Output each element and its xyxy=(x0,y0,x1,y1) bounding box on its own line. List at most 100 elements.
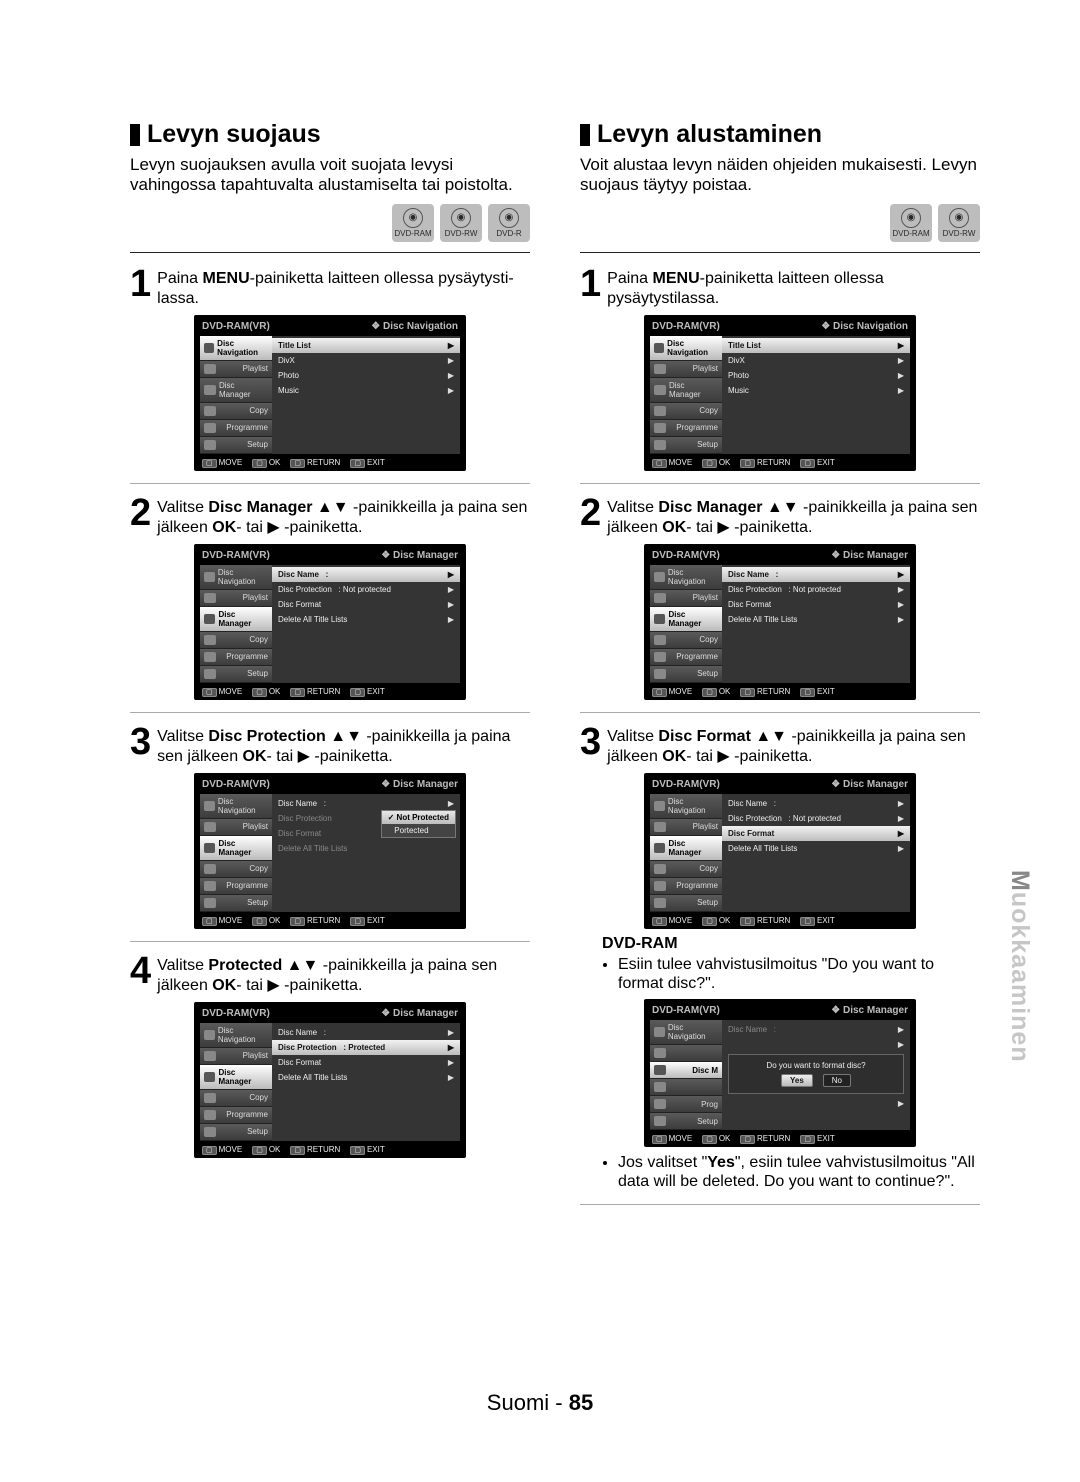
osd-screenshot-mgr: DVD-RAM(VR)❖ Disc Manager Disc Navigatio… xyxy=(644,544,916,700)
osd-pane: Disc Name :▶ Disc Protection : Not prote… xyxy=(722,565,910,683)
disc-badge-row-right: ◉DVD-RAM ◉DVD-RW xyxy=(580,204,980,242)
disc-icon: ◉ xyxy=(451,208,471,228)
osd-side-item: Copy xyxy=(200,861,272,878)
disc-badge-label: DVD-RW xyxy=(943,229,976,238)
osd-screenshot-protected: DVD-RAM(VR)❖ Disc Manager Disc Navigatio… xyxy=(194,1002,466,1158)
osd-title: DVD-RAM(VR) xyxy=(202,321,270,332)
osd-pane-title: ❖ Disc Navigation xyxy=(821,321,908,332)
osd-sidebar: Disc Navigation Playlist Disc Manager Co… xyxy=(200,1023,272,1141)
osd-side-item: Setup xyxy=(650,666,722,683)
osd-side-item: Prog xyxy=(650,1096,722,1113)
osd-side-item: Programme xyxy=(650,649,722,666)
osd-sidebar: Disc Navigation Disc M Prog Setup xyxy=(650,1020,722,1130)
bullet-item: Jos valitset "Yes", esiin tulee vahvistu… xyxy=(618,1153,980,1191)
disc-badge: ◉DVD-RAM xyxy=(392,204,434,242)
osd-sidebar: Disc Navigation Playlist Disc Manager Co… xyxy=(200,794,272,912)
osd-sidebar: Disc Navigation Playlist Disc Manager Co… xyxy=(650,794,722,912)
osd-pane: Title List▶ DivX▶ Photo▶ Music▶ xyxy=(722,336,910,454)
osd-title: DVD-RAM(VR) xyxy=(202,779,270,790)
disc-badge: ◉DVD-R xyxy=(488,204,530,242)
osd-side-item: Setup xyxy=(650,437,722,454)
divider xyxy=(580,1204,980,1205)
disc-badge: ◉DVD-RW xyxy=(938,204,980,242)
osd-title: DVD-RAM(VR) xyxy=(652,321,720,332)
osd-side-item: Programme xyxy=(650,420,722,437)
divider xyxy=(130,712,530,713)
osd-screenshot-protection: DVD-RAM(VR)❖ Disc Manager Disc Navigatio… xyxy=(194,773,466,929)
divider xyxy=(130,252,530,253)
two-column-layout: Levyn suojaus Levyn suojauksen avulla vo… xyxy=(130,120,980,1217)
osd-side-item: Programme xyxy=(200,1107,272,1124)
osd-side-item: Disc Navigation xyxy=(200,794,272,819)
osd-side-item: Disc Navigation xyxy=(650,1020,722,1045)
osd-footer: ▢MOVE▢OK▢RETURN▢EXIT xyxy=(652,1134,908,1143)
confirm-dialog: Do you want to format disc? Yes No xyxy=(728,1054,904,1094)
osd-pane: Disc Name :▶ Disc Protection : Not prote… xyxy=(722,794,910,912)
osd-side-item: Disc Manager xyxy=(200,607,272,632)
osd-footer: ▢MOVE▢OK▢RETURN▢EXIT xyxy=(202,687,458,696)
osd-title: DVD-RAM(VR) xyxy=(202,550,270,561)
osd-pane-title: ❖ Disc Manager xyxy=(381,550,458,561)
osd-side-item: Playlist xyxy=(650,819,722,836)
divider xyxy=(130,941,530,942)
osd-side-item: Setup xyxy=(650,1113,722,1130)
step-1-left: 1 Paina MENU-painiketta laitteen ollessa… xyxy=(130,267,530,309)
osd-sidebar: Disc Navigation Playlist Disc Manager Co… xyxy=(650,565,722,683)
osd-side-item: Disc Navigation xyxy=(650,336,722,361)
osd-side-item: Setup xyxy=(650,895,722,912)
osd-pane: Disc Name :▶ Disc Protection : Not prote… xyxy=(272,565,460,683)
osd-pane: Disc Name :▶ Disc Protection ✓ Not Prote… xyxy=(272,794,460,912)
osd-side-item: Disc Navigation xyxy=(650,794,722,819)
osd-side-item: Programme xyxy=(200,878,272,895)
step-text: Valitse Disc Format ▲▼ -painikkeilla ja … xyxy=(607,725,980,767)
divider xyxy=(580,483,980,484)
dialog-text: Do you want to format disc? xyxy=(735,1061,897,1070)
osd-sidebar: Disc Navigation Playlist Disc Manager Co… xyxy=(650,336,722,454)
page-footer: Suomi - 85 xyxy=(0,1390,1080,1416)
disc-icon: ◉ xyxy=(949,208,969,228)
disc-badge-label: DVD-R xyxy=(496,229,521,238)
osd-side-item: Disc Manager xyxy=(650,836,722,861)
osd-side-item: Programme xyxy=(200,649,272,666)
disc-badge-label: DVD-RAM xyxy=(892,229,929,238)
osd-side-item: Copy xyxy=(200,403,272,420)
bullet-item: Esiin tulee vahvistusilmoitus "Do you wa… xyxy=(618,955,980,993)
osd-side-item xyxy=(650,1045,722,1062)
step-text: Valitse Disc Manager ▲▼ -painikkeilla ja… xyxy=(607,496,980,538)
osd-side-item: Disc Manager xyxy=(200,836,272,861)
step-number: 1 xyxy=(580,267,601,301)
disc-badge: ◉DVD-RAM xyxy=(890,204,932,242)
osd-side-item: Setup xyxy=(200,1124,272,1141)
osd-side-item xyxy=(650,1079,722,1096)
osd-pane-title: ❖ Disc Manager xyxy=(381,1008,458,1019)
osd-side-item: Disc M xyxy=(650,1062,722,1079)
osd-footer: ▢MOVE▢OK▢RETURN▢EXIT xyxy=(202,916,458,925)
step-text: Valitse Disc Protection ▲▼ -painikkeilla… xyxy=(157,725,530,767)
bullet-list: Jos valitset "Yes", esiin tulee vahvistu… xyxy=(602,1153,980,1191)
step-text: Valitse Protected ▲▼ -painikkeilla ja pa… xyxy=(157,954,530,996)
step-text: Valitse Disc Manager ▲▼ -painikkeilla ja… xyxy=(157,496,530,538)
disc-badge-label: DVD-RAM xyxy=(394,229,431,238)
osd-pane-title: ❖ Disc Manager xyxy=(831,779,908,790)
dialog-yes-button: Yes xyxy=(781,1074,813,1087)
step-1-right: 1 Paina MENU-painiketta laitteen ollessa… xyxy=(580,267,980,309)
subheading-dvdram: DVD-RAM xyxy=(602,935,980,953)
step-number: 4 xyxy=(130,954,151,988)
step-3-left: 3 Valitse Disc Protection ▲▼ -painikkeil… xyxy=(130,725,530,767)
osd-side-item: Playlist xyxy=(200,1048,272,1065)
osd-side-item: Playlist xyxy=(200,590,272,607)
osd-side-item: Copy xyxy=(200,1090,272,1107)
osd-screenshot-dialog: DVD-RAM(VR)❖ Disc Manager Disc Navigatio… xyxy=(644,999,916,1147)
osd-side-item: Disc Navigation xyxy=(200,565,272,590)
section-title-left: Levyn suojaus xyxy=(130,120,530,149)
osd-footer: ▢MOVE▢OK▢RETURN▢EXIT xyxy=(202,1145,458,1154)
step-2-left: 2 Valitse Disc Manager ▲▼ -painikkeilla … xyxy=(130,496,530,538)
disc-icon: ◉ xyxy=(499,208,519,228)
section-title-right: Levyn alustaminen xyxy=(580,120,980,149)
osd-screenshot-nav: DVD-RAM(VR)❖ Disc Navigation Disc Naviga… xyxy=(194,315,466,471)
osd-title: DVD-RAM(VR) xyxy=(652,550,720,561)
osd-pane: Disc Name :▶ Disc Protection : Protected… xyxy=(272,1023,460,1141)
osd-side-item: Programme xyxy=(650,878,722,895)
osd-side-item: Playlist xyxy=(200,361,272,378)
page: Levyn suojaus Levyn suojauksen avulla vo… xyxy=(0,0,1080,1482)
